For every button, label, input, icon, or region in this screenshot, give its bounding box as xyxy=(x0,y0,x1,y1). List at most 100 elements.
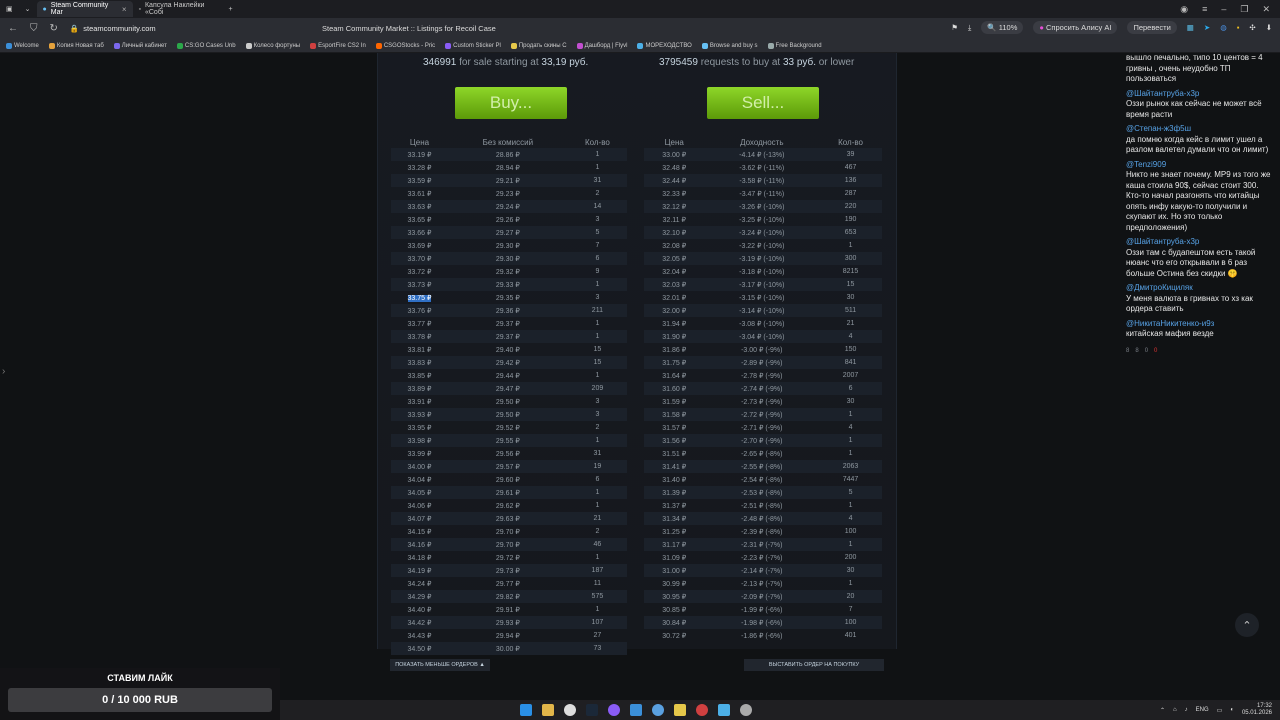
bookmark-item[interactable]: Продать скины С xyxy=(510,42,567,49)
tab-capsule[interactable]: ▫ Капсула Наклейки «Собі xyxy=(133,1,223,17)
download-icon[interactable]: ⤓ xyxy=(968,23,971,33)
chevron-right-icon[interactable]: › xyxy=(2,366,5,377)
cell-value: 32.01 ₽ xyxy=(662,294,687,302)
bookmark-item[interactable]: CSGOStocks - Pric xyxy=(375,42,435,49)
table-cell: 29.37 ₽ xyxy=(447,330,568,343)
bookmark-item[interactable]: Browse and buy s xyxy=(701,42,758,49)
ask-alice-button[interactable]: ● Спросить Алису AI xyxy=(1033,21,1118,34)
table-cell: 31.94 ₽ xyxy=(644,317,704,330)
bookmark-item[interactable]: EsportFire CS2 In xyxy=(310,42,366,49)
cell-value: 31 xyxy=(593,450,602,457)
scroll-to-top-button[interactable]: ⌃ xyxy=(1235,613,1259,637)
minimize-icon[interactable]: – xyxy=(1221,4,1226,15)
telegram-icon[interactable]: ➤ xyxy=(1204,23,1210,32)
discord-icon[interactable] xyxy=(608,704,620,716)
cell-value: -2.78 ₽ (-9%) xyxy=(741,372,783,380)
network-icon[interactable]: ⌂ xyxy=(1173,707,1177,713)
place-buy-order-button[interactable]: ВЫСТАВИТЬ ОРДЕР НА ПОКУПКУ xyxy=(744,659,884,671)
table-cell: 6 xyxy=(567,252,627,265)
extension-icon[interactable]: ▪ xyxy=(1237,23,1240,32)
chat-username[interactable]: @Шайтантруба-х3р xyxy=(1126,237,1276,248)
cell-value: -2.31 ₽ (-7%) xyxy=(741,541,783,549)
table-cell: 31 xyxy=(567,174,627,187)
maximize-icon[interactable]: ❐ xyxy=(1240,4,1248,15)
cell-value: -1.98 ₽ (-6%) xyxy=(741,619,783,627)
cell-value: 29.27 ₽ xyxy=(495,229,520,237)
bookmark-item[interactable]: Free Background xyxy=(767,42,822,49)
table-cell: 29.63 ₽ xyxy=(447,512,568,525)
vpn-icon[interactable]: ◍ xyxy=(1220,23,1227,32)
settings-icon[interactable] xyxy=(740,704,752,716)
table-row: 33.93 ₽ 29.50 ₽ 3 xyxy=(391,408,627,421)
language-indicator[interactable]: ENG xyxy=(1196,707,1209,713)
table-row: 32.01 ₽ -3.15 ₽ (-10%) 30 xyxy=(644,291,882,304)
shield-icon[interactable]: ⛉ xyxy=(30,23,38,34)
volume-icon[interactable]: ◐ xyxy=(1230,707,1234,713)
chat-username[interactable]: @НикитаНикитенко-и9з xyxy=(1126,319,1276,330)
bookmark-item[interactable]: Копия Новая таб xyxy=(48,42,104,49)
tab-search-button[interactable]: ⌄ xyxy=(19,1,37,17)
table-cell: -3.18 ₽ (-10%) xyxy=(704,265,819,278)
bookmark-item[interactable]: МОРЕХОДСТВО xyxy=(637,42,692,49)
cell-value: -2.65 ₽ (-8%) xyxy=(741,450,783,458)
profile-icon[interactable]: ◉ xyxy=(1180,4,1188,15)
chat-username[interactable]: @Степан-ж3ф5ш xyxy=(1126,124,1276,135)
bookmark-item[interactable]: Welcome xyxy=(6,42,39,49)
bookmark-icon[interactable]: ⚑ xyxy=(951,23,958,32)
menu-icon[interactable]: ≡ xyxy=(1202,4,1207,15)
photos-icon[interactable] xyxy=(630,704,642,716)
cell-value: 31.57 ₽ xyxy=(662,424,687,432)
close-window-icon[interactable]: ✕ xyxy=(1262,4,1270,15)
cell-value: 29.37 ₽ xyxy=(495,320,520,328)
cell-value: -3.04 ₽ (-10%) xyxy=(739,333,785,341)
back-icon[interactable]: ← xyxy=(8,23,18,34)
show-less-orders-button[interactable]: ПОКАЗАТЬ МЕНЬШЕ ОРДЕРОВ ▲ xyxy=(390,659,490,671)
sell-button[interactable]: Sell... xyxy=(707,87,819,119)
donation-title: СТАВИМ ЛАЙК xyxy=(107,673,173,683)
pause-app-icon[interactable] xyxy=(674,704,686,716)
yandex-browser-icon[interactable] xyxy=(564,704,576,716)
bookmark-item[interactable]: Дашборд | Flyvl xyxy=(576,42,627,49)
chat-username[interactable]: @ДмитроКициляк xyxy=(1126,283,1276,294)
zoom-indicator[interactable]: 🔍 110% xyxy=(981,21,1024,34)
cell-value: 31.09 ₽ xyxy=(662,554,687,562)
table-cell: 29.60 ₽ xyxy=(448,473,568,486)
downloads-icon[interactable]: ⬇ xyxy=(1266,23,1272,32)
table-cell: 30.72 ₽ xyxy=(644,629,704,642)
windows-start-icon[interactable] xyxy=(520,704,532,716)
cell-value: 29.33 ₽ xyxy=(495,281,520,289)
bookmark-item[interactable]: Колесо фортуны xyxy=(245,42,300,49)
globe-icon[interactable] xyxy=(652,704,664,716)
bookmark-item[interactable]: CS:GO Cases Unb xyxy=(176,42,236,49)
monitor-icon[interactable]: ▭ xyxy=(1217,707,1223,714)
clock[interactable]: 17:32 05.01.2026 xyxy=(1242,703,1272,717)
table-row: 31.25 ₽ -2.39 ₽ (-8%) 100 xyxy=(644,525,882,538)
cell-value: 29.82 ₽ xyxy=(495,593,520,601)
steam-icon[interactable] xyxy=(586,704,598,716)
close-icon[interactable]: × xyxy=(122,5,127,14)
reload-icon[interactable]: ↻ xyxy=(50,23,58,34)
url-field[interactable]: 🔒 steamcommunity.com xyxy=(70,24,270,33)
bookmark-item[interactable]: Личный кабинет xyxy=(113,42,167,49)
cell-value: 20 xyxy=(846,593,855,600)
bookmark-item[interactable]: Custom Sticker Pl xyxy=(445,42,501,49)
chat-username[interactable]: @Шайтантруба-х3р xyxy=(1126,89,1276,100)
extension-icon[interactable]: ▦ xyxy=(1187,23,1194,32)
buy-button[interactable]: Buy... xyxy=(455,87,567,119)
chat-username[interactable]: @Tenzi909 xyxy=(1126,160,1276,171)
snipping-icon[interactable] xyxy=(718,704,730,716)
tab-menu-button[interactable]: ▣ xyxy=(0,1,19,17)
chevron-up-icon[interactable]: ⌃ xyxy=(1160,707,1165,714)
translate-button[interactable]: Перевести xyxy=(1127,21,1177,34)
tab-steam-market[interactable]: ● Steam Community Mar × xyxy=(36,1,133,17)
chat-message: @Шайтантруба-х3р Оззи там с будапештом ес… xyxy=(1126,237,1276,279)
table-row: 31.51 ₽ -2.65 ₽ (-8%) 1 xyxy=(644,447,882,460)
table-row: 34.04 ₽ 29.60 ₽ 6 xyxy=(391,473,627,486)
game-app-icon[interactable] xyxy=(696,704,708,716)
new-tab-button[interactable]: + xyxy=(223,1,239,17)
puzzle-icon[interactable]: ✣ xyxy=(1249,23,1255,32)
folder-icon[interactable] xyxy=(542,704,554,716)
table-cell: 33.19 ₽ xyxy=(391,148,448,161)
mic-icon[interactable]: ♪ xyxy=(1185,707,1188,713)
table-cell: 2 xyxy=(568,421,627,434)
